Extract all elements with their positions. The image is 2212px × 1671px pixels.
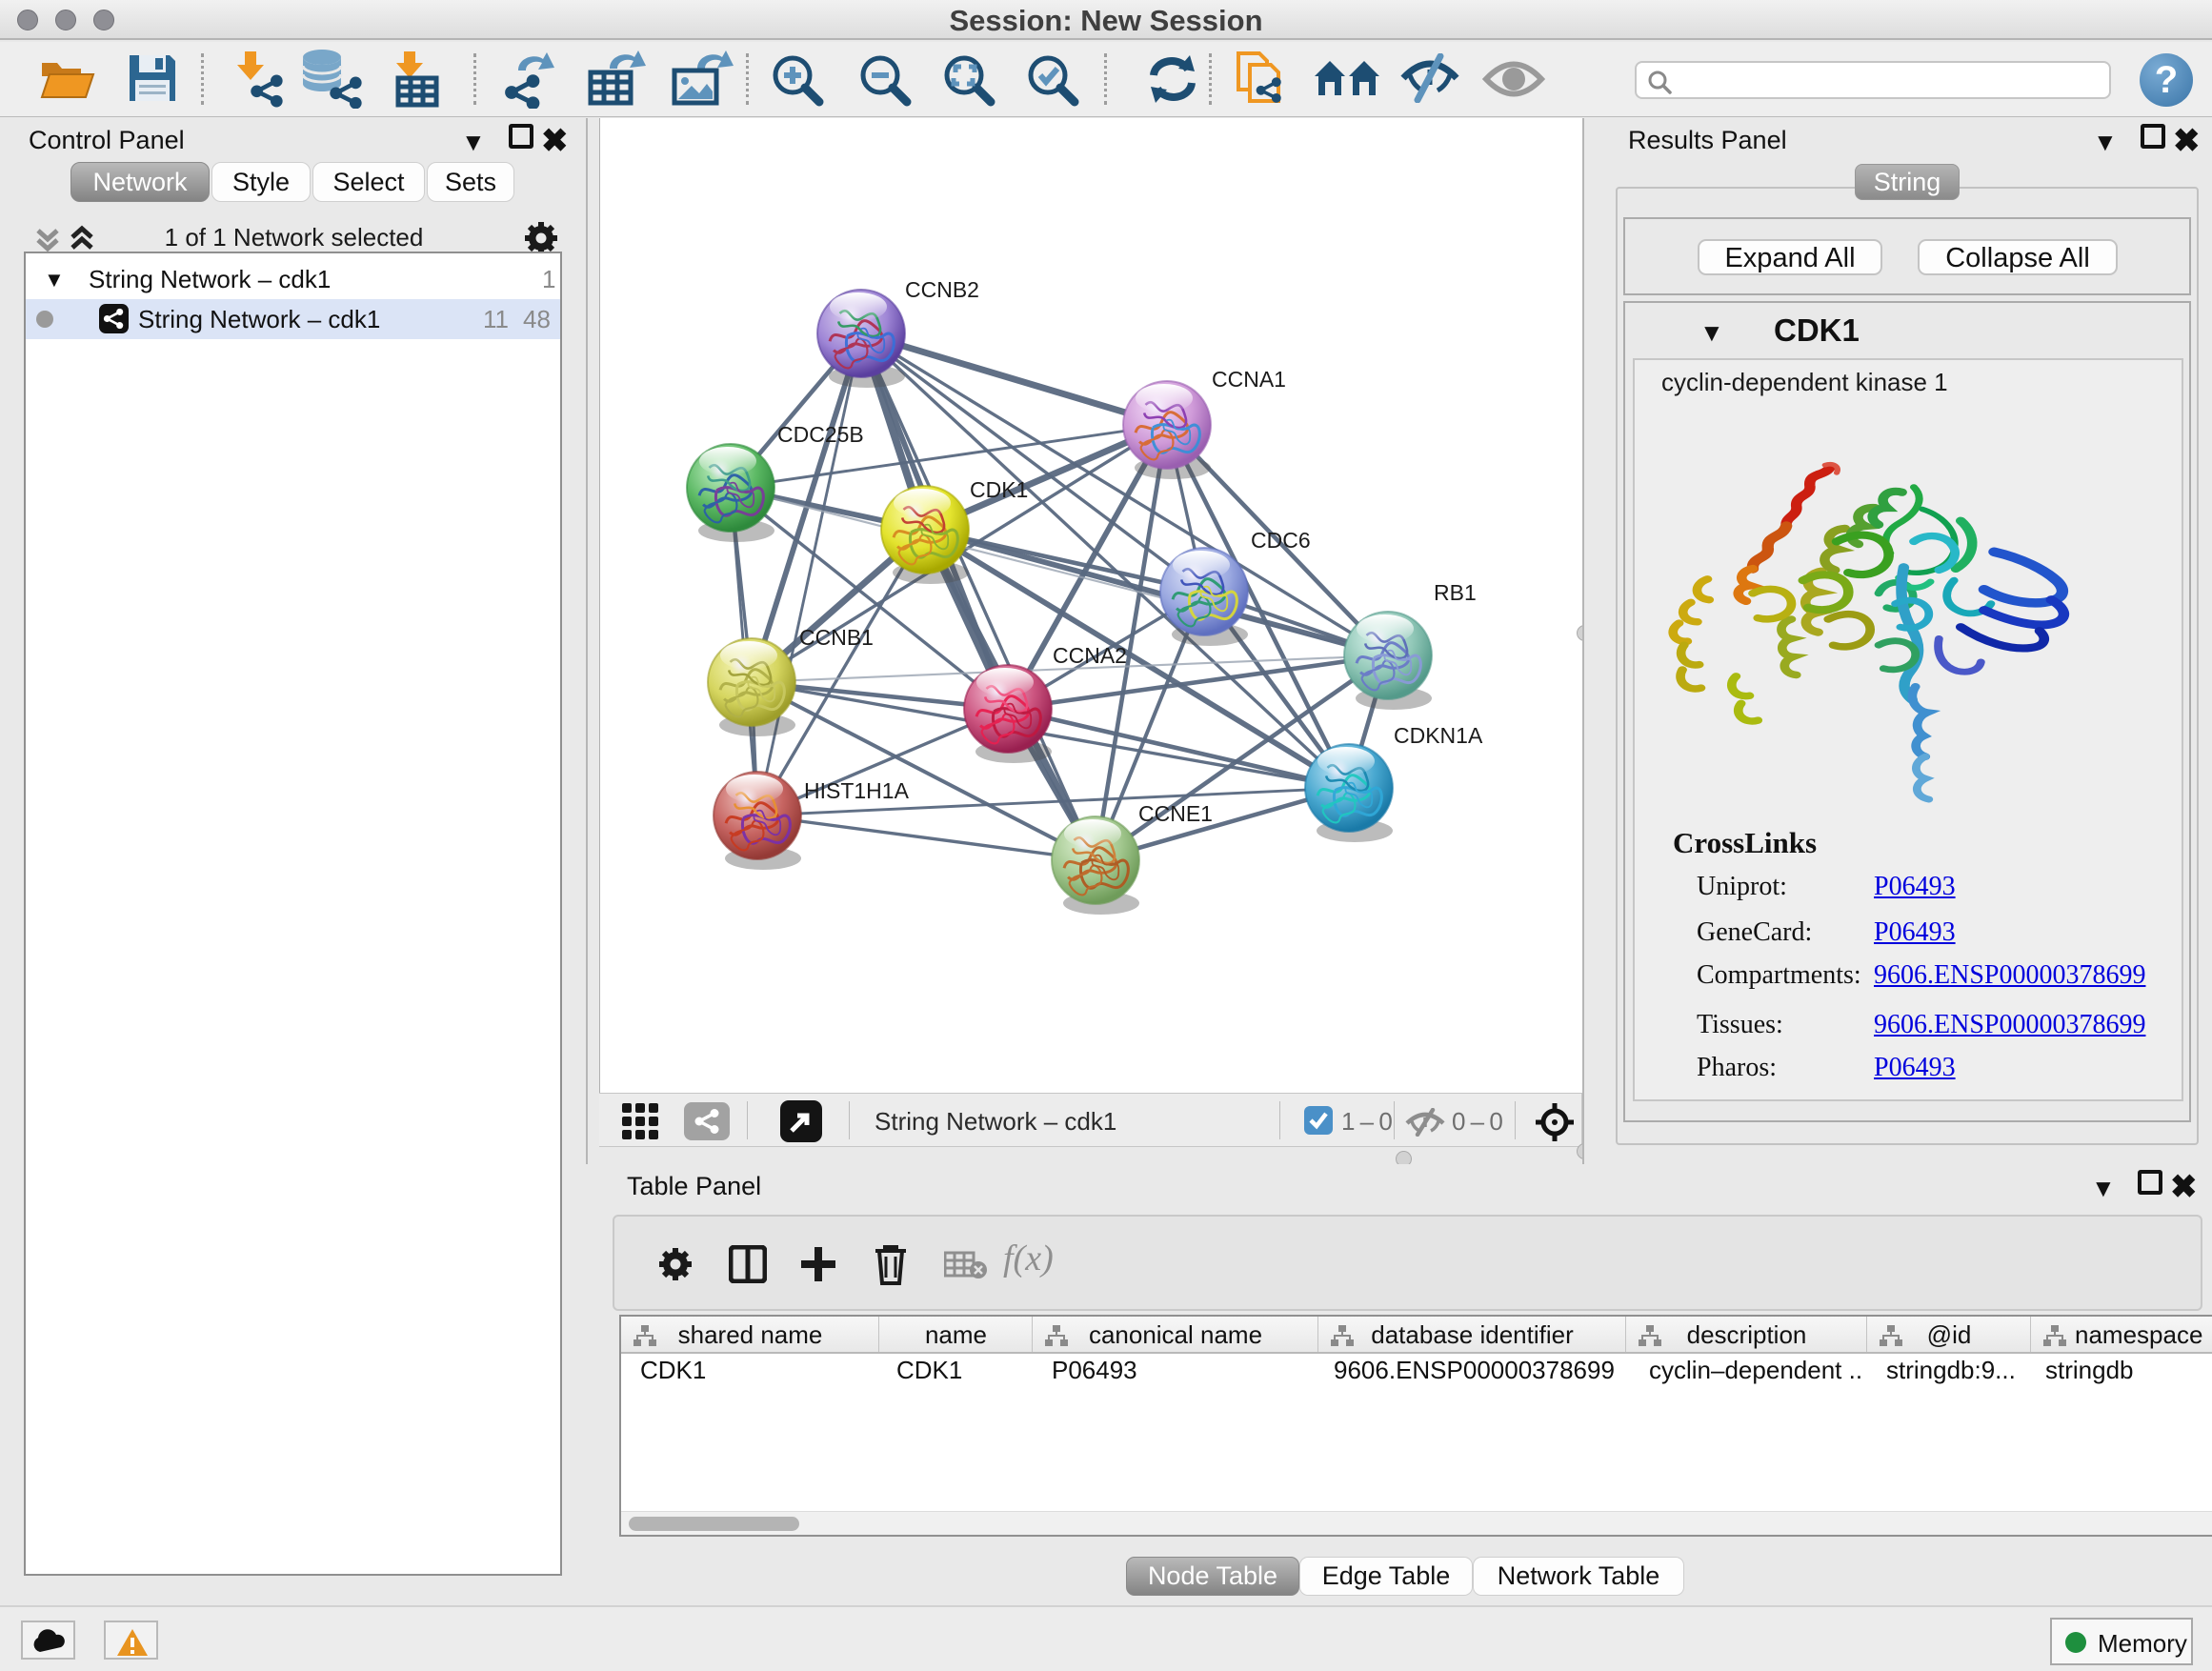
- svg-text:CDKN1A: CDKN1A: [1394, 723, 1483, 748]
- svg-text:CCNB1: CCNB1: [799, 625, 874, 650]
- svg-text:CDC6: CDC6: [1251, 528, 1311, 553]
- svg-text:CCNA2: CCNA2: [1053, 643, 1127, 668]
- svg-text:CCNA1: CCNA1: [1212, 367, 1286, 392]
- svg-text:CCNB2: CCNB2: [905, 277, 979, 302]
- svg-text:RB1: RB1: [1434, 580, 1477, 605]
- svg-text:CCNE1: CCNE1: [1138, 801, 1213, 826]
- svg-text:CDC25B: CDC25B: [777, 422, 864, 447]
- svg-text:HIST1H1A: HIST1H1A: [804, 778, 910, 803]
- svg-text:CDK1: CDK1: [970, 477, 1028, 502]
